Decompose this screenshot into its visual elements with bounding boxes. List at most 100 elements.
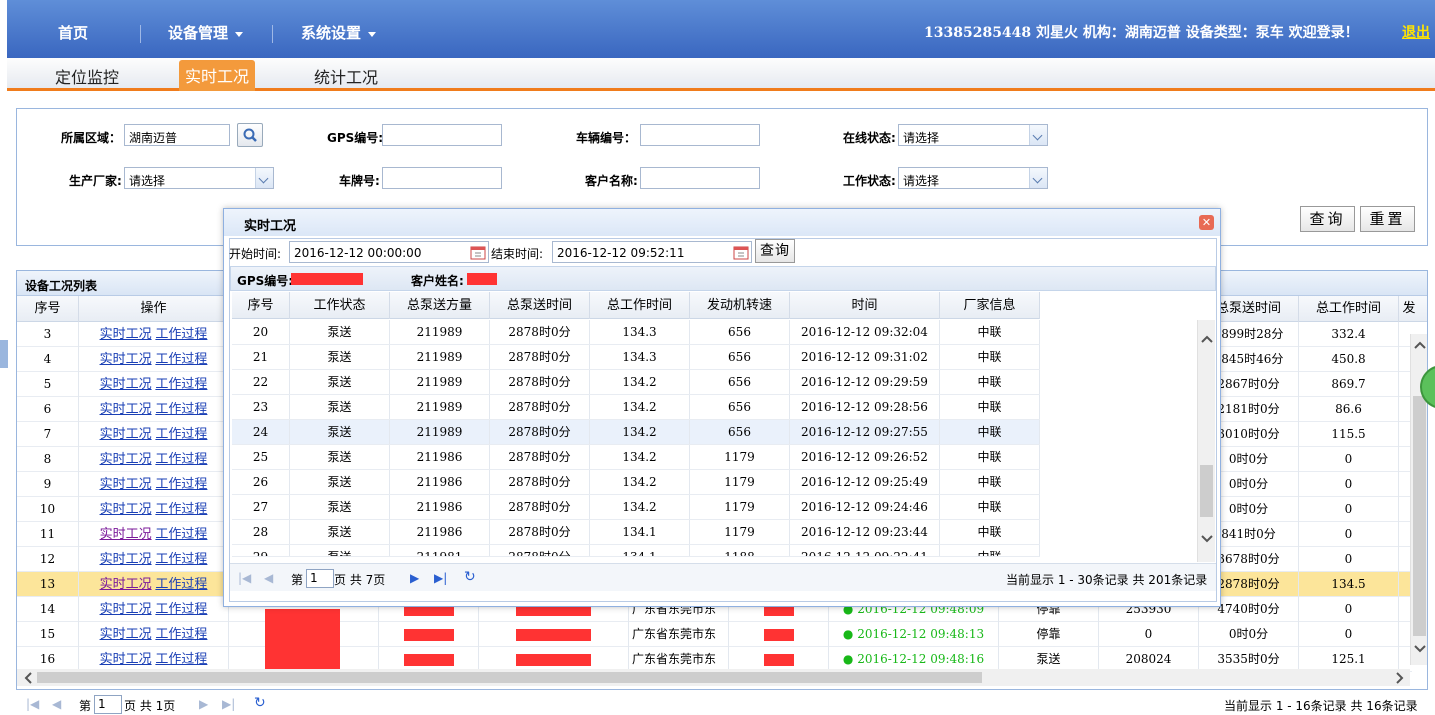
dialog-cell: 211986 [390,520,490,544]
dialog-col-header[interactable]: 总泵送方量 [390,292,490,319]
dialog-table-row[interactable]: 24 泵送 211989 2878时0分 134.2 656 2016-12-12 09:2… [232,420,1040,445]
work-process-link[interactable]: 工作过程 [155,552,207,567]
realtime-status-link[interactable]: 实时工况 [100,577,152,592]
area-search-button[interactable] [237,123,263,147]
refresh-icon[interactable]: ↻ [254,695,266,711]
realtime-status-link[interactable]: 实时工况 [100,652,152,667]
dialog-col-header[interactable]: 发动机转速 [690,292,790,319]
work-process-link[interactable]: 工作过程 [155,377,207,392]
row-work-time: 115.5 [1299,422,1399,447]
work-process-link[interactable]: 工作过程 [155,627,207,642]
col-header-no[interactable]: 序号 [17,296,79,322]
realtime-status-link[interactable]: 实时工况 [100,627,152,642]
scroll-thumb[interactable] [37,672,982,683]
dialog-col-header[interactable]: 厂家信息 [940,292,1040,319]
end-time-input[interactable]: 2016-12-12 09:52:11 [552,241,752,263]
work-process-link[interactable]: 工作过程 [155,652,207,667]
work-process-link[interactable]: 工作过程 [155,477,207,492]
tab-realtime-status[interactable]: 实时工况 [179,60,256,91]
table-row[interactable]: 15 实时工况 工作过程 广东省东莞市东 ● 2016-12-12 09:48:13 停… [17,622,1412,647]
work-process-link[interactable]: 工作过程 [155,502,207,517]
dialog-col-header[interactable]: 工作状态 [290,292,390,319]
work-process-link[interactable]: 工作过程 [155,427,207,442]
work-process-link[interactable]: 工作过程 [155,452,207,467]
work-status-select[interactable]: 请选择 [898,167,1048,189]
query-button[interactable]: 查询 [1300,206,1355,232]
dialog-cell: 211989 [390,345,490,369]
next-page-icon[interactable]: ▶ [199,697,208,711]
area-input[interactable]: 湖南迈普 [124,124,230,146]
col-header-op[interactable]: 操作 [79,296,229,322]
realtime-status-link[interactable]: 实时工况 [100,552,152,567]
realtime-status-link[interactable]: 实时工况 [100,327,152,342]
realtime-status-link[interactable]: 实时工况 [100,427,152,442]
work-process-link[interactable]: 工作过程 [155,352,207,367]
dialog-col-header[interactable]: 总工作时间 [590,292,690,319]
dialog-col-header[interactable]: 总泵送时间 [490,292,590,319]
tab-statistics[interactable]: 统计工况 [314,64,378,88]
col-header-more[interactable]: 发 [1399,296,1419,322]
first-page-icon[interactable]: |◀ [238,571,251,585]
nav-system-settings[interactable]: 系统设置 [301,22,377,43]
row-time: ● 2016-12-12 09:48:13 [829,622,999,647]
sidebar-toggle[interactable] [0,340,8,368]
prev-page-icon[interactable]: ◀ [264,571,273,585]
dialog-table-row[interactable]: 20 泵送 211989 2878时0分 134.3 656 2016-12-12 09:3… [232,320,1040,345]
manufacturer-value: 请选择 [129,174,166,188]
refresh-icon[interactable]: ↻ [464,569,476,585]
dialog-table-row[interactable]: 22 泵送 211989 2878时0分 134.2 656 2016-12-12 09:2… [232,370,1040,395]
tab-location-monitor[interactable]: 定位监控 [55,64,119,88]
close-icon[interactable]: ✕ [1199,215,1214,230]
col-header-work-time[interactable]: 总工作时间 [1299,296,1399,322]
online-status-select[interactable]: 请选择 [898,124,1048,146]
work-process-link[interactable]: 工作过程 [155,527,207,542]
nav-home[interactable]: 首页 [58,22,88,43]
reset-button[interactable]: 重置 [1360,206,1415,232]
last-page-icon[interactable]: ▶| [434,571,447,585]
grid-horizontal-scrollbar[interactable] [17,669,1410,686]
dialog-table-row[interactable]: 29 泵送 211981 2878时0分 134.1 1188 2016-12-12 09:… [232,545,1040,557]
next-page-icon[interactable]: ▶ [410,571,419,585]
page-number-input[interactable]: 1 [306,569,334,588]
row-work-time: 0 [1299,472,1399,497]
dialog-cell: 2878时0分 [490,370,590,394]
dialog-table-row[interactable]: 28 泵送 211986 2878时0分 134.1 1179 2016-12-12 09:… [232,520,1040,545]
nav-device-mgmt[interactable]: 设备管理 [168,22,244,43]
customer-input[interactable] [640,167,760,189]
realtime-status-link[interactable]: 实时工况 [100,527,152,542]
last-page-icon[interactable]: ▶| [222,697,235,711]
dialog-col-header[interactable]: 序号 [232,292,290,319]
start-time-input[interactable]: 2016-12-12 00:00:00 [289,241,489,263]
work-process-link[interactable]: 工作过程 [155,402,207,417]
dialog-col-header[interactable]: 时间 [790,292,940,319]
dialog-table-row[interactable]: 27 泵送 211986 2878时0分 134.2 1179 2016-12-12 09:… [232,495,1040,520]
dialog-table-row[interactable]: 26 泵送 211986 2878时0分 134.2 1179 2016-12-12 09:… [232,470,1040,495]
realtime-status-link[interactable]: 实时工况 [100,502,152,517]
dialog-table-row[interactable]: 21 泵送 211989 2878时0分 134.3 656 2016-12-12 09:3… [232,345,1040,370]
scroll-thumb[interactable] [1413,396,1426,636]
work-process-link[interactable]: 工作过程 [155,577,207,592]
work-process-link[interactable]: 工作过程 [155,327,207,342]
dialog-vertical-scrollbar[interactable] [1197,320,1215,562]
realtime-status-link[interactable]: 实时工况 [100,352,152,367]
work-process-link[interactable]: 工作过程 [155,602,207,617]
dialog-table-row[interactable]: 23 泵送 211989 2878时0分 134.2 656 2016-12-12 09:2… [232,395,1040,420]
scroll-thumb[interactable] [1200,465,1213,517]
dialog-query-button[interactable]: 查询 [755,239,795,263]
prev-page-icon[interactable]: ◀ [52,697,61,711]
realtime-status-link[interactable]: 实时工况 [100,452,152,467]
chevron-up-icon [1414,341,1426,349]
realtime-status-link[interactable]: 实时工况 [100,477,152,492]
manufacturer-select[interactable]: 请选择 [124,167,274,189]
logout-link[interactable]: 退出 [1402,22,1430,42]
page-number-input[interactable]: 1 [94,695,122,714]
gps-input[interactable] [382,124,502,146]
dialog-table-row[interactable]: 25 泵送 211986 2878时0分 134.2 1179 2016-12-12 09:… [232,445,1040,470]
vehicle-no-input[interactable] [640,124,760,146]
plate-input[interactable] [382,167,502,189]
realtime-status-link[interactable]: 实时工况 [100,602,152,617]
realtime-status-link[interactable]: 实时工况 [100,402,152,417]
row-actions: 实时工况 工作过程 [79,322,229,347]
first-page-icon[interactable]: |◀ [26,697,39,711]
realtime-status-link[interactable]: 实时工况 [100,377,152,392]
